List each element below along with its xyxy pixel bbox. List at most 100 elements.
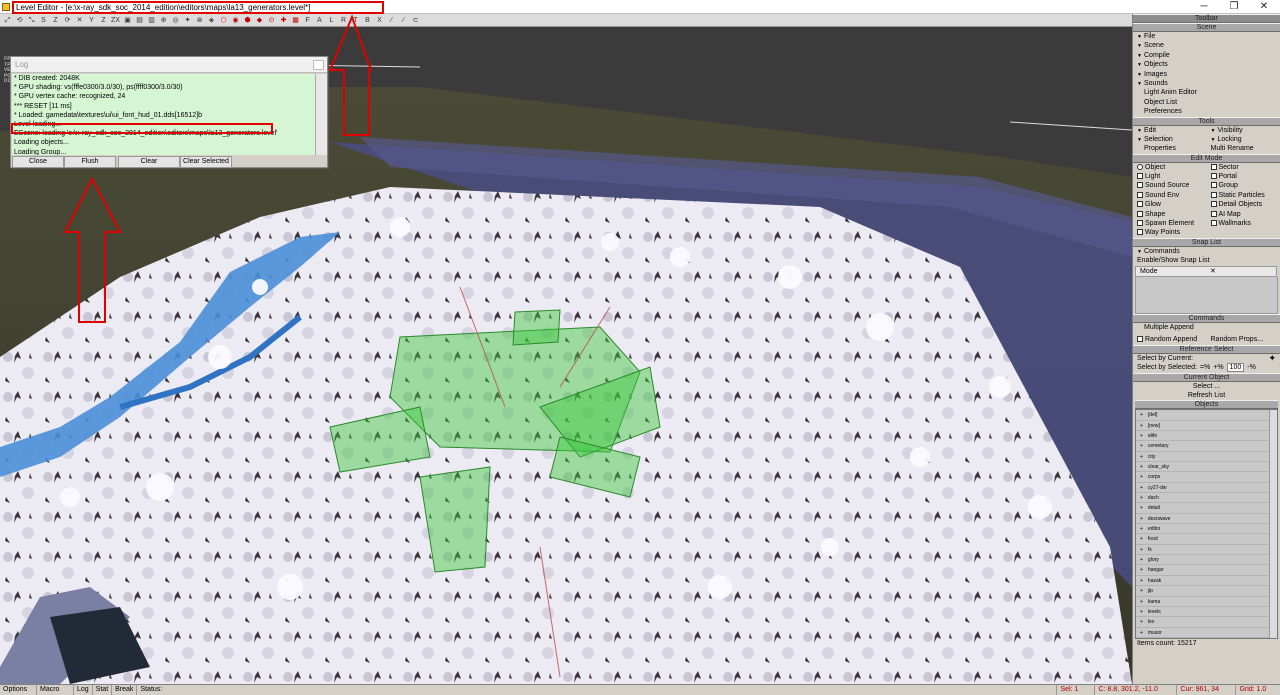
scene-menu-item[interactable]: Light Anim Editor [1133,88,1280,97]
maximize-button[interactable]: ❐ [1220,0,1248,14]
scene-menu-item[interactable]: ▼ Images [1133,70,1280,79]
edit-mode-option[interactable]: Group [1207,181,1280,190]
random-append-label: Random Append [1145,336,1198,344]
stat-button[interactable]: Stat [93,685,113,695]
object-folder[interactable]: + fx [1136,545,1277,556]
scene-header[interactable]: Scene [1133,23,1280,32]
expand-plus-icon: + [1140,412,1143,419]
edit-mode-option[interactable]: Detail Objects [1207,200,1280,209]
pct-plus-button[interactable]: +% [1213,363,1223,372]
object-folder[interactable]: + musor [1136,628,1277,638]
object-folder[interactable]: + hazak [1136,576,1277,587]
edit-mode-option[interactable]: Glow [1133,200,1207,209]
object-folder[interactable]: + [del] [1136,410,1277,421]
scene-menu-item[interactable]: ▼ File [1133,32,1280,41]
random-append-checkbox[interactable]: Random Append [1133,335,1207,344]
scene-menu-item[interactable]: Preferences [1133,107,1280,116]
snap-enable-show[interactable]: Enable/Show Snap List [1133,256,1280,265]
pct-value-input[interactable]: 100 [1226,363,1245,373]
current-object-header[interactable]: Current Object [1133,372,1280,382]
checkbox-icon [1137,173,1143,180]
edit-mode-option[interactable]: Spawn Element [1133,219,1207,228]
object-folder[interactable]: + food [1136,534,1277,545]
scene-menu-item[interactable]: ▼ Objects [1133,60,1280,69]
object-folder[interactable]: + levels [1136,607,1277,618]
tools-selection[interactable]: ▼ Selection [1133,135,1207,144]
edit-mode-header[interactable]: Edit Mode [1133,153,1280,163]
scene-menu-item[interactable]: ▼ Sounds [1133,79,1280,88]
random-props-button[interactable]: Random Props... [1207,335,1280,344]
log-button[interactable]: Log [74,685,93,695]
edit-mode-option[interactable]: Light [1133,172,1207,181]
object-folder[interactable]: + kama [1136,597,1277,607]
commands-header[interactable]: Commands [1133,313,1280,323]
tools-properties[interactable]: Properties [1133,144,1207,153]
objects-scrollbar[interactable] [1269,410,1277,639]
edit-mode-option[interactable]: Sound Env [1133,191,1207,200]
snap-list-area[interactable] [1135,276,1278,314]
select-by-current-button[interactable]: Select by Current: [1137,354,1193,363]
scene-menu-item[interactable]: Object List [1133,98,1280,107]
scene-menu-item[interactable]: ▼ Compile [1133,51,1280,60]
edit-mode-option[interactable]: Portal [1207,172,1280,181]
pct-minus-button[interactable]: -% [1247,363,1256,372]
edit-mode-option[interactable]: AI Map [1207,210,1280,219]
object-folder[interactable]: + [new] [1136,421,1277,432]
snap-commands[interactable]: ▼ Commands [1133,247,1280,256]
expand-plus-icon: + [1140,526,1143,533]
object-folder[interactable]: + editor [1136,524,1277,535]
edit-mode-option[interactable]: Shape [1133,210,1207,219]
expand-plus-icon: + [1140,453,1143,460]
object-folder[interactable]: + cy27-dw [1136,483,1277,494]
select-by-current-icon[interactable]: ✦ [1268,353,1276,363]
macro-button[interactable]: Macro [37,685,74,695]
snap-remove-icon[interactable]: ✕ [1206,267,1276,276]
tools-edit[interactable]: ▼ Edit [1133,126,1207,135]
object-folder[interactable]: + cemetary [1136,441,1277,452]
objects-tree[interactable]: + [del] + [new] + alife + cemetary + city + clear_s… [1135,409,1278,640]
edit-mode-option[interactable]: Sound Source [1133,181,1207,190]
object-folder[interactable]: + alife [1136,431,1277,442]
refresh-list-button[interactable]: Refresh List [1133,391,1280,400]
edit-mode-option[interactable]: Static Particles [1207,191,1280,200]
object-folder[interactable]: + lex [1136,617,1277,628]
scene-menu-label: File [1144,33,1156,40]
object-folder[interactable]: + jip [1136,586,1277,597]
scene-menu-item[interactable]: ▼ Scene [1133,41,1280,50]
scene-menu-label: Objects [1144,61,1168,69]
object-folder[interactable]: + clear_sky [1136,462,1277,473]
minimize-button[interactable]: ─ [1190,0,1218,14]
scene-menu: ▼ File ▼ Scene ▼ Compile ▼ Objects ▼ Images ▼ Sound… [1133,32,1280,117]
edit-mode-option[interactable]: Way Points [1133,228,1207,237]
object-folder[interactable]: + glory [1136,555,1277,566]
break-button[interactable]: Break [112,685,138,695]
right-panel: Toolbar Scene ▼ File ▼ Scene ▼ Compile ▼ Object… [1132,14,1280,684]
select-by-selected-button[interactable]: Select by Selected: [1137,363,1197,372]
snap-list-header[interactable]: Snap List [1133,237,1280,247]
reference-select-header[interactable]: Reference Select [1133,344,1280,354]
edit-mode-option[interactable]: Wallmarks [1207,219,1280,228]
coordinates: C: 8.8, 301.2, -11.0 [1095,685,1178,695]
object-folder[interactable]: + dezowave [1136,514,1277,525]
object-folder[interactable]: + detail [1136,503,1277,514]
tools-multi-rename[interactable]: Multi Rename [1207,144,1280,153]
object-folder[interactable]: + corps [1136,472,1277,483]
checkbox-icon [1137,210,1143,217]
edit-mode-label: Object [1145,163,1166,171]
tools-visibility[interactable]: ▼ Visibility [1207,126,1280,135]
tools-header[interactable]: Tools [1133,116,1280,126]
edit-mode-option[interactable]: Sector [1207,163,1280,172]
tools-locking[interactable]: ▼ Locking [1207,135,1280,144]
options-button[interactable]: Options [0,685,37,695]
edit-mode-option[interactable]: Object [1133,163,1207,172]
checkbox-icon [1210,163,1217,170]
snap-mode-button[interactable]: Mode [1136,267,1206,276]
close-button[interactable]: ✕ [1250,0,1278,14]
object-folder[interactable]: + dach [1136,493,1277,504]
tools-visibility-label: Visibility [1217,126,1243,134]
select-object-button[interactable]: Select ... [1133,382,1280,391]
object-folder[interactable]: + city [1136,452,1277,463]
multiple-append-button[interactable]: Multiple Append [1133,323,1280,332]
object-folder[interactable]: + hangar [1136,565,1277,576]
pct-equal-button[interactable]: =% [1200,363,1210,372]
